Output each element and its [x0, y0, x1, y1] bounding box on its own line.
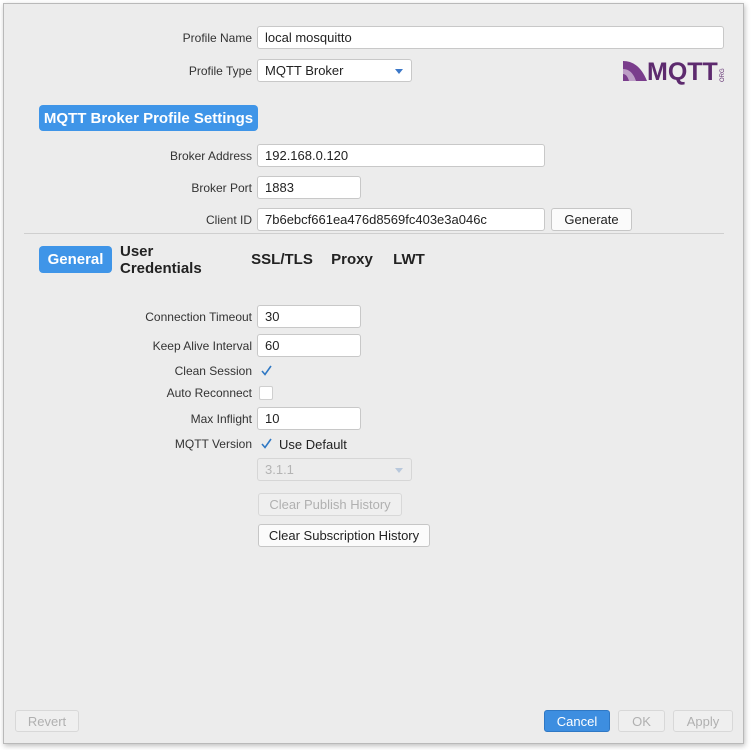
- profile-name-input[interactable]: local mosquitto: [257, 26, 724, 49]
- mqtt-version-label: MQTT Version: [174, 437, 252, 451]
- client-id-input[interactable]: 7b6ebcf661ea476d8569fc403e3a046c: [257, 208, 545, 231]
- tab-ssl-tls[interactable]: SSL/TLS: [250, 246, 314, 273]
- mqtt-version-value: 3.1.1: [265, 462, 294, 477]
- tab-general[interactable]: General: [39, 246, 112, 273]
- mqtt-logo-icon: MQTT ORG: [623, 58, 726, 86]
- broker-settings-header: MQTT Broker Profile Settings: [39, 105, 258, 131]
- profile-name-label: Profile Name: [182, 31, 252, 45]
- max-inflight-input[interactable]: 10: [257, 407, 361, 430]
- auto-reconnect-label: Auto Reconnect: [166, 386, 252, 400]
- tab-user-credentials[interactable]: User Credentials: [120, 243, 238, 277]
- broker-port-label: Broker Port: [191, 181, 252, 195]
- logo-suffix: ORG: [720, 68, 726, 82]
- profile-type-value: MQTT Broker: [265, 63, 344, 78]
- broker-address-input[interactable]: 192.168.0.120: [257, 144, 545, 167]
- mqtt-version-select: 3.1.1: [257, 458, 412, 481]
- clean-session-label: Clean Session: [174, 364, 252, 378]
- profile-settings-window: Profile Name local mosquitto Profile Typ…: [3, 3, 744, 744]
- tab-lwt[interactable]: LWT: [388, 246, 430, 273]
- profile-type-select[interactable]: MQTT Broker: [257, 59, 412, 82]
- cancel-button[interactable]: Cancel: [544, 710, 610, 732]
- checkmark-icon: [261, 438, 272, 449]
- auto-reconnect-checkbox[interactable]: [259, 386, 273, 400]
- client-id-label: Client ID: [205, 213, 252, 227]
- max-inflight-label: Max Inflight: [190, 412, 252, 426]
- clear-publish-history-button: Clear Publish History: [258, 493, 402, 516]
- mqtt-logo: MQTT ORG: [621, 55, 726, 86]
- tab-proxy[interactable]: Proxy: [326, 246, 378, 273]
- clear-subscription-history-button[interactable]: Clear Subscription History: [258, 524, 430, 547]
- profile-type-label: Profile Type: [188, 64, 252, 78]
- keep-alive-input[interactable]: 60: [257, 334, 361, 357]
- clean-session-checkbox[interactable]: [259, 364, 273, 378]
- use-default-checkbox[interactable]: [259, 437, 273, 451]
- ok-button: OK: [618, 710, 665, 732]
- revert-button: Revert: [15, 710, 79, 732]
- section-divider: [24, 233, 724, 234]
- use-default-label: Use Default: [279, 437, 347, 452]
- chevron-down-icon: [395, 468, 403, 473]
- chevron-down-icon: [395, 69, 403, 74]
- broker-address-label: Broker Address: [169, 149, 252, 163]
- logo-text: MQTT: [647, 58, 718, 85]
- keep-alive-label: Keep Alive Interval: [152, 339, 252, 353]
- broker-port-input[interactable]: 1883: [257, 176, 361, 199]
- connection-timeout-input[interactable]: 30: [257, 305, 361, 328]
- apply-button: Apply: [673, 710, 733, 732]
- connection-timeout-label: Connection Timeout: [145, 310, 252, 324]
- generate-button[interactable]: Generate: [551, 208, 632, 231]
- checkmark-icon: [261, 365, 272, 376]
